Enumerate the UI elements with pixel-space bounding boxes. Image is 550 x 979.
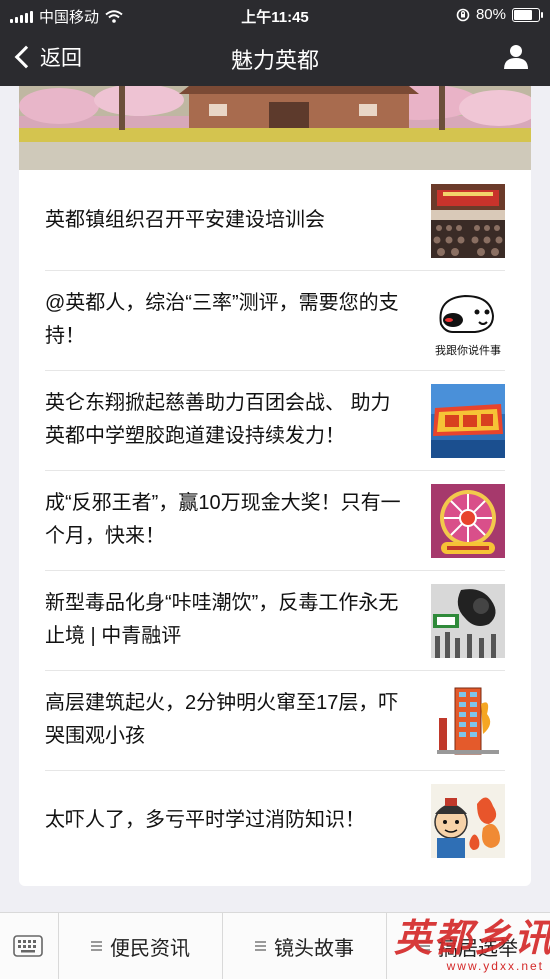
article-title: 英仑东翔掀起慈善助力百团会战、 助力英都中学塑胶跑道建设持续发力！ [45, 392, 391, 447]
menu-lines-icon [91, 939, 102, 953]
prize-wheel-thumbnail [431, 484, 505, 558]
article-item[interactable]: 高层建筑起火，2分钟明火窜至17层，吓哭围观小孩 [45, 670, 505, 771]
menu-tab-camera-story[interactable]: 镜头故事 [223, 913, 387, 979]
anti-drug-thumbnail [431, 584, 505, 658]
article-title: 高层建筑起火，2分钟明火窜至17层，吓哭围观小孩 [45, 692, 399, 747]
battery-icon [512, 7, 543, 22]
menu-tab-label: 镜头故事 [274, 937, 354, 960]
charity-event-thumbnail [431, 384, 505, 458]
status-bar: 中国移动 上午11:45 80% [0, 0, 550, 30]
user-profile-icon[interactable] [502, 42, 530, 70]
talking-face-thumbnail: 我跟你说件事 [431, 284, 505, 358]
article-title: 成“反邪王者”，赢10万现金大奖！只有一个月，快来！ [45, 492, 401, 547]
article-title: 新型毒品化身“咔哇潮饮”，反毒工作永无止境 | 中青融评 [45, 592, 399, 647]
article-title: 太吓人了，多亏平时学过消防知识！ [45, 808, 365, 831]
menu-tab-convenience-info[interactable]: 便民资讯 [59, 913, 223, 979]
article-title: @英都人，综治“三率”测评，需要您的支持！ [45, 292, 399, 347]
top-bar: 中国移动 上午11:45 80% 返回 魅力英都 [0, 0, 550, 86]
orientation-lock-icon [456, 8, 470, 21]
keyboard-icon [13, 935, 43, 957]
nav-bar: 返回 魅力英都 [0, 30, 550, 86]
article-list-card: 英都镇组织召开平安建设培训会 @英都人，综治“三率”测评，需要您的支持！ 我跟你… [19, 86, 531, 886]
burning-building-thumbnail [431, 684, 505, 758]
menu-lines-icon [255, 939, 266, 953]
menu-tab-label: 搞居选举 [438, 937, 518, 960]
article-title: 英都镇组织召开平安建设培训会 [45, 208, 325, 231]
meeting-hall-thumbnail [431, 184, 505, 258]
article-item[interactable]: 英仑东翔掀起慈善助力百团会战、 助力英都中学塑胶跑道建设持续发力！ [45, 370, 505, 471]
fire-safety-cartoon-thumbnail [431, 784, 505, 858]
article-item[interactable]: 英都镇组织召开平安建设培训会 [45, 170, 505, 271]
page-title: 魅力英都 [230, 48, 319, 73]
thumbnail-caption: 我跟你说件事 [435, 345, 501, 357]
keyboard-toggle-button[interactable] [0, 913, 59, 979]
village-banner-image [19, 86, 531, 170]
menu-tab-election[interactable]: 搞居选举 [387, 913, 550, 979]
speech-face-icon [431, 284, 505, 338]
menu-tab-label: 便民资讯 [110, 937, 190, 960]
menu-lines-icon [419, 939, 430, 953]
article-item[interactable]: @英都人，综治“三率”测评，需要您的支持！ 我跟你说件事 [45, 270, 505, 371]
battery-percent: 80% [475, 6, 506, 23]
article-item[interactable]: 成“反邪王者”，赢10万现金大奖！只有一个月，快来！ [45, 470, 505, 571]
bottom-menu-bar: 便民资讯 镜头故事 搞居选举 英都乡讯 www.ydxx.net [0, 912, 550, 979]
article-item[interactable]: 太吓人了，多亏平时学过消防知识！ [45, 770, 505, 870]
article-item[interactable]: 新型毒品化身“咔哇潮饮”，反毒工作永无止境 | 中青融评 [45, 570, 505, 671]
